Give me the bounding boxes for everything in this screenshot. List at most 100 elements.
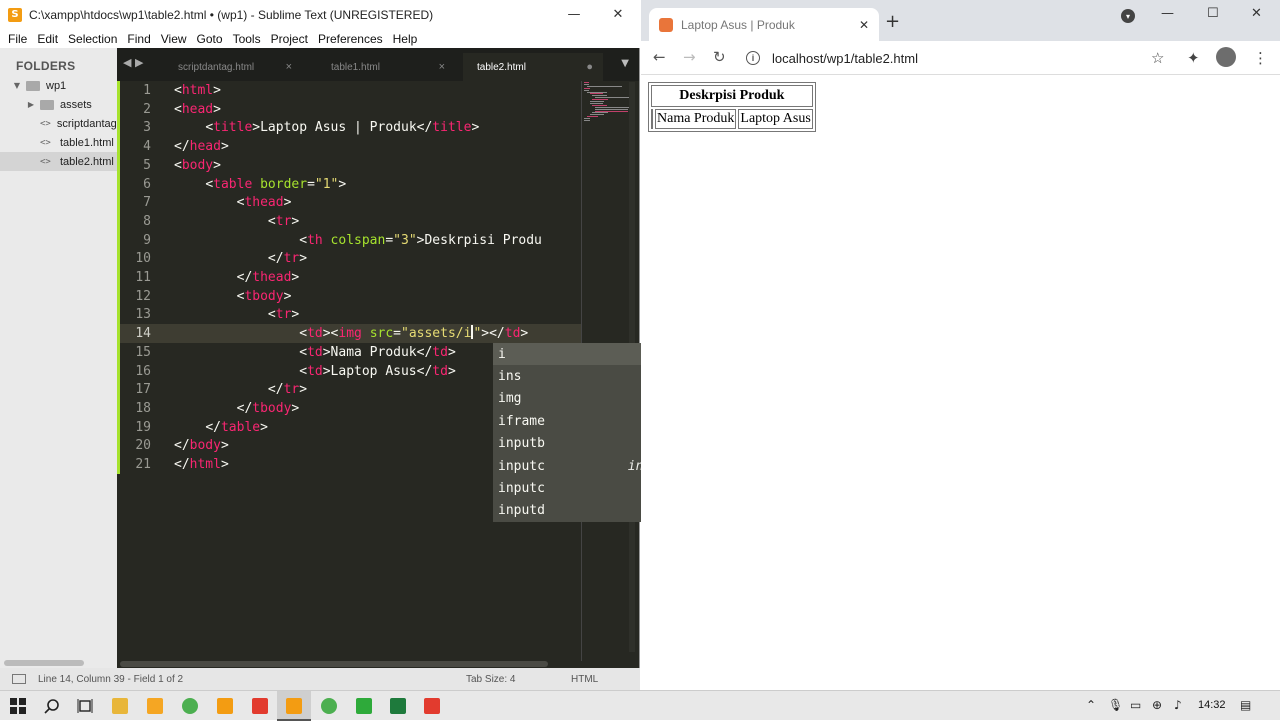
clock[interactable]: 14:32: [1198, 699, 1226, 711]
minimap[interactable]: [584, 82, 636, 122]
code-line[interactable]: <tr>: [174, 305, 299, 324]
tab-close-icon[interactable]: ×: [439, 61, 445, 73]
volume-icon[interactable]: ♪: [1174, 698, 1182, 712]
extensions-icon[interactable]: ✦: [1187, 49, 1200, 67]
menu-project[interactable]: Project: [271, 32, 308, 46]
tree-folder-wp1[interactable]: ▼ wp1: [0, 76, 117, 95]
task-view-icon[interactable]: [77, 698, 93, 714]
code-token: </: [174, 457, 190, 472]
avatar[interactable]: [1216, 47, 1236, 67]
search-icon[interactable]: [44, 698, 60, 714]
url-text[interactable]: localhost/wp1/table2.html: [772, 51, 918, 66]
menu-help[interactable]: Help: [393, 32, 418, 46]
code-line[interactable]: <th colspan="3">Deskrpisi Produ: [174, 231, 542, 250]
tab-close-icon[interactable]: ✕: [859, 18, 869, 32]
menu-find[interactable]: Find: [127, 32, 150, 46]
autocomplete-trigger: iframe: [498, 413, 545, 429]
code-line[interactable]: <body>: [174, 156, 221, 175]
camtasia-icon[interactable]: [356, 698, 372, 714]
line-number: 5: [143, 157, 151, 173]
tab-search-icon[interactable]: ▾: [1121, 9, 1135, 23]
code-line[interactable]: </html>: [174, 455, 229, 474]
notification-icon[interactable]: ▤: [1240, 698, 1251, 712]
back-icon[interactable]: ←: [653, 48, 666, 66]
code-line[interactable]: </body>: [174, 436, 229, 455]
line-number: 17: [135, 382, 151, 398]
menu-dots-icon[interactable]: ⋮: [1253, 49, 1268, 67]
code-line[interactable]: </thead>: [174, 268, 300, 287]
address-bar[interactable]: i localhost/wp1/table2.html: [746, 44, 1169, 72]
code-line[interactable]: </table>: [174, 418, 268, 437]
code-line[interactable]: <tbody>: [174, 287, 292, 306]
code-line[interactable]: <head>: [174, 100, 221, 119]
tree-folder-assets[interactable]: ▶ assets: [0, 95, 117, 114]
menu-selection[interactable]: Selection: [68, 32, 117, 46]
browser-tab[interactable]: Laptop Asus | Produk ✕: [649, 8, 879, 41]
menu-edit[interactable]: Edit: [37, 32, 58, 46]
tab-close-icon[interactable]: ×: [286, 61, 292, 73]
tree-file-table2[interactable]: <> table2.html: [0, 152, 117, 171]
tray-chevron-icon[interactable]: ⌃: [1086, 698, 1096, 712]
excel-icon[interactable]: [390, 698, 406, 714]
tab-table1[interactable]: table1.html ×: [315, 53, 455, 81]
code-line[interactable]: <td>Laptop Asus</td>: [174, 362, 456, 381]
code-line[interactable]: </tr>: [174, 249, 307, 268]
editor-horizontal-scrollbar[interactable]: [120, 661, 548, 667]
code-line[interactable]: <html>: [174, 81, 221, 100]
expand-arrow-icon[interactable]: ▼: [12, 81, 22, 90]
language-globe-icon[interactable]: ⊕: [1152, 698, 1162, 712]
code-line[interactable]: </head>: [174, 137, 229, 156]
tab-nav-arrows-icon[interactable]: ◀ ▶: [123, 56, 143, 69]
tree-file-scriptdantag[interactable]: <> scriptdantag.html: [0, 114, 117, 133]
code-token: <: [205, 176, 214, 192]
sublime-active-icon[interactable]: [286, 698, 302, 714]
menu-file[interactable]: File: [8, 32, 27, 46]
illustrator-icon[interactable]: [147, 698, 163, 714]
tab-table2[interactable]: table2.html ●: [463, 53, 603, 81]
chrome-icon[interactable]: [182, 698, 198, 714]
tab-scriptdantag[interactable]: scriptdantag.html ×: [162, 53, 302, 81]
reload-icon[interactable]: ↻: [713, 48, 726, 66]
code-line[interactable]: <table border="1">: [174, 175, 346, 194]
code-line[interactable]: </tbody>: [174, 399, 300, 418]
close-button[interactable]: ✕: [1251, 6, 1262, 21]
chrome-window: Laptop Asus | Produk ✕ + ▾ — ☐ ✕ ← → ↻ i…: [641, 0, 1280, 690]
chrome-active-icon[interactable]: [321, 698, 337, 714]
minimize-button[interactable]: —: [552, 0, 596, 29]
sidebar-scrollbar[interactable]: [4, 660, 84, 666]
tree-file-table1[interactable]: <> table1.html: [0, 133, 117, 152]
panel-toggle-icon[interactable]: [12, 674, 26, 684]
bookmark-star-icon[interactable]: ☆: [1151, 49, 1164, 67]
file-explorer-icon[interactable]: [112, 698, 128, 714]
info-icon[interactable]: i: [746, 51, 760, 65]
code-line[interactable]: <title>Laptop Asus | Produk</title>: [174, 118, 479, 137]
windows-start-icon[interactable]: [10, 698, 26, 714]
code-token: >Laptop Asus</: [322, 363, 433, 379]
menu-preferences[interactable]: Preferences: [318, 32, 383, 46]
minimize-button[interactable]: —: [1161, 6, 1174, 21]
sublime-taskbar-icon[interactable]: [217, 698, 233, 714]
forward-icon[interactable]: →: [683, 48, 696, 66]
code-line[interactable]: </tr>: [174, 380, 307, 399]
code-token: </: [174, 139, 190, 155]
collapse-arrow-icon[interactable]: ▶: [26, 100, 36, 109]
new-tab-icon[interactable]: +: [885, 11, 900, 32]
menu-view[interactable]: View: [161, 32, 187, 46]
tab-dropdown-icon[interactable]: ▼: [621, 58, 629, 69]
code-line[interactable]: <td>Nama Produk</td>: [174, 343, 456, 362]
syntax-mode[interactable]: HTML: [571, 674, 598, 685]
tab-size[interactable]: Tab Size: 4: [466, 674, 515, 685]
tab-modified-dot-icon[interactable]: ●: [586, 61, 593, 73]
code-line[interactable]: <td><img src="assets/i "></td>: [174, 324, 528, 343]
code-line[interactable]: <thead>: [174, 193, 292, 212]
xampp-control-icon[interactable]: [424, 698, 440, 714]
menu-tools[interactable]: Tools: [233, 32, 261, 46]
network-icon[interactable]: ▭: [1130, 698, 1141, 712]
close-button[interactable]: ✕: [596, 0, 640, 29]
microphone-icon[interactable]: 🎙: [1108, 698, 1123, 712]
maximize-button[interactable]: ☐: [1207, 6, 1219, 21]
menu-goto[interactable]: Goto: [197, 32, 223, 46]
autocomplete-trigger: i: [498, 346, 506, 362]
xampp-icon[interactable]: [252, 698, 268, 714]
code-line[interactable]: <tr>: [174, 212, 299, 231]
